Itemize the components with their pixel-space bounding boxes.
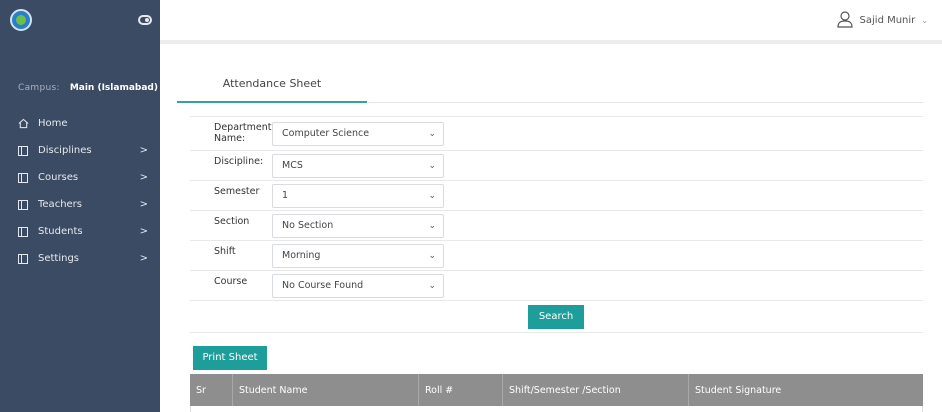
section-select[interactable]: No Section ⌄ <box>272 214 444 238</box>
tab-attendance-sheet[interactable]: Attendance Sheet <box>177 76 367 103</box>
chevron-down-icon: ⌄ <box>921 16 928 25</box>
print-sheet-button[interactable]: Print Sheet <box>193 346 267 370</box>
home-icon <box>16 118 30 129</box>
form-row-section: Section No Section ⌄ <box>190 210 923 240</box>
department-value: Computer Science <box>282 128 370 139</box>
sidebar-item-label: Home <box>38 118 68 129</box>
user-icon <box>836 10 854 31</box>
panel-icon <box>16 199 30 210</box>
campus-label: Campus: <box>18 83 60 93</box>
course-value: No Course Found <box>282 280 364 291</box>
top-bar: Sajid Munir ⌄ <box>160 0 942 44</box>
user-menu[interactable]: Sajid Munir ⌄ <box>836 10 928 31</box>
sidebar-header <box>0 0 160 40</box>
divider <box>190 332 923 333</box>
course-select[interactable]: No Course Found ⌄ <box>272 274 444 298</box>
panel-icon <box>16 226 30 237</box>
form-row-shift: Shift Morning ⌄ <box>190 240 923 270</box>
column-header-roll: Roll # <box>418 374 502 406</box>
semester-value: 1 <box>282 190 289 201</box>
chevron-right-icon: > <box>139 172 148 183</box>
sidebar-item-students[interactable]: Students > <box>0 218 160 245</box>
tab-bar: Attendance Sheet <box>177 76 923 103</box>
panel-icon <box>16 172 30 183</box>
sidebar-item-label: Students <box>38 226 83 237</box>
sidebar-item-courses[interactable]: Courses > <box>0 164 160 191</box>
user-name: Sajid Munir <box>859 15 916 26</box>
form-actions: Search <box>190 300 923 332</box>
search-button[interactable]: Search <box>528 305 584 329</box>
form-row-course: Course No Course Found ⌄ <box>190 270 923 300</box>
discipline-select[interactable]: MCS ⌄ <box>272 154 444 178</box>
chevron-down-icon: ⌄ <box>428 161 436 171</box>
discipline-value: MCS <box>282 160 303 171</box>
campus-value: Main (Islamabad) <box>69 83 158 93</box>
section-label: Section <box>214 216 250 227</box>
column-header-student-name: Student Name <box>232 374 418 406</box>
column-header-shift-semester-section: Shift/Semester /Section <box>502 374 688 406</box>
form-row-department: Department Name: Computer Science ⌄ <box>190 116 923 150</box>
form-row-semester: Semester 1 ⌄ <box>190 180 923 210</box>
sidebar-item-label: Teachers <box>38 199 82 210</box>
shift-value: Morning <box>282 250 321 261</box>
chevron-down-icon: ⌄ <box>428 281 436 291</box>
sidebar-nav: Home Disciplines > Courses > Teachers > <box>0 110 160 272</box>
attendance-form: Department Name: Computer Science ⌄ Disc… <box>190 116 923 333</box>
sidebar-item-label: Disciplines <box>38 145 92 156</box>
sidebar-item-home[interactable]: Home <box>0 110 160 137</box>
university-logo[interactable] <box>10 9 32 31</box>
sidebar-item-settings[interactable]: Settings > <box>0 245 160 272</box>
attendance-table-header: Sr Student Name Roll # Shift/Semester /S… <box>190 374 923 406</box>
chevron-right-icon: > <box>139 253 148 264</box>
department-select[interactable]: Computer Science ⌄ <box>272 122 444 146</box>
chevron-down-icon: ⌄ <box>428 191 436 201</box>
chevron-down-icon: ⌄ <box>428 221 436 231</box>
chevron-down-icon: ⌄ <box>428 251 436 261</box>
sidebar-item-disciplines[interactable]: Disciplines > <box>0 137 160 164</box>
panel-icon <box>16 253 30 264</box>
shift-select[interactable]: Morning ⌄ <box>272 244 444 268</box>
shift-label: Shift <box>214 246 236 257</box>
sidebar-item-teachers[interactable]: Teachers > <box>0 191 160 218</box>
attendance-table-body <box>190 406 923 412</box>
chevron-right-icon: > <box>139 199 148 210</box>
column-header-sr: Sr <box>196 384 206 396</box>
chevron-down-icon: ⌄ <box>428 129 436 139</box>
semester-label: Semester <box>214 186 260 197</box>
discipline-label: Discipline: <box>214 156 264 167</box>
course-label: Course <box>214 276 248 287</box>
department-label: Department Name: <box>214 122 272 144</box>
panel-icon <box>16 145 30 156</box>
sidebar-item-label: Settings <box>38 253 80 264</box>
chevron-right-icon: > <box>139 226 148 237</box>
main-content: Attendance Sheet Department Name: Comput… <box>160 48 942 412</box>
section-value: No Section <box>282 220 334 231</box>
logo-emblem <box>16 15 26 25</box>
form-row-discipline: Discipline: MCS ⌄ <box>190 150 923 180</box>
sidebar-toggle-icon[interactable] <box>138 15 152 25</box>
sidebar: Campus: Main (Islamabad) Home Discipline… <box>0 0 160 412</box>
semester-select[interactable]: 1 ⌄ <box>272 184 444 208</box>
chevron-right-icon: > <box>139 145 148 156</box>
campus-info: Campus: Main (Islamabad) <box>0 78 160 98</box>
sidebar-item-label: Courses <box>38 172 79 183</box>
column-header-student-signature: Student Signature <box>688 374 923 406</box>
